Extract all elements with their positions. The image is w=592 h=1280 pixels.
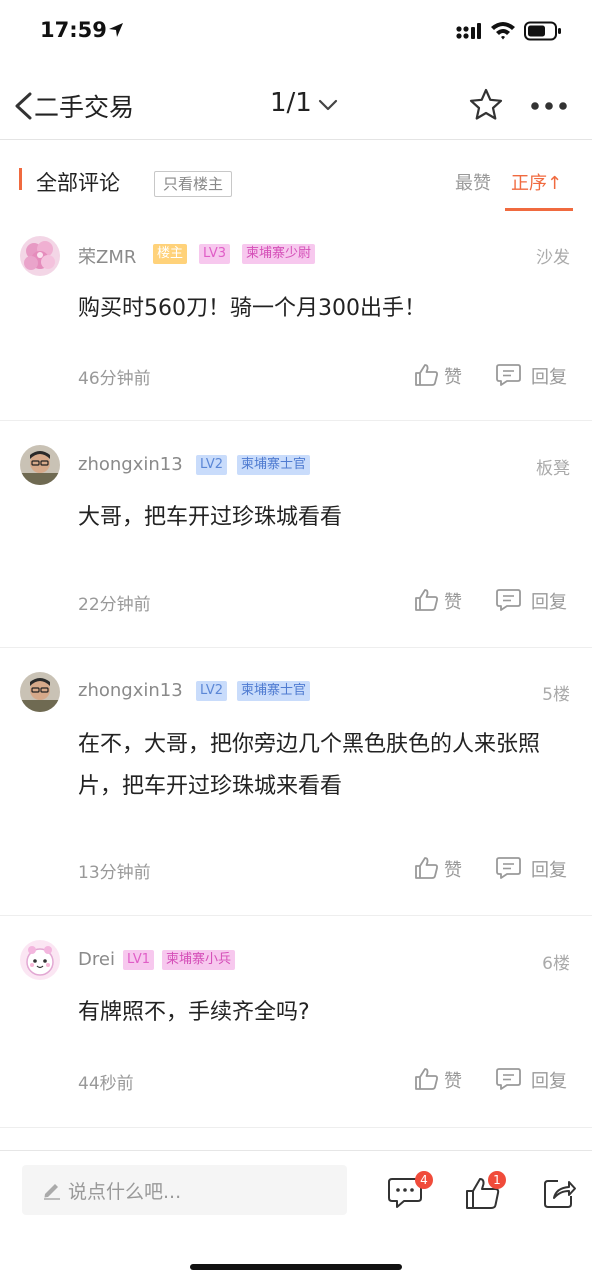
op-only-button[interactable]: 只看楼主 [154, 171, 233, 197]
username[interactable]: 荣ZMR [78, 243, 136, 269]
signal-icon [456, 23, 481, 39]
like-label: 赞 [444, 592, 462, 613]
chevron-down-icon[interactable] [318, 98, 338, 112]
reply-label: 回复 [531, 592, 567, 613]
wifi-icon [491, 22, 515, 40]
comment-item: 荣ZMR 楼主 LV3 柬埔寨少尉 沙发 购买时560刀！骑一个月300出手！ … [0, 214, 592, 421]
person-avatar-icon [20, 445, 60, 485]
username[interactable]: zhongxin13 [78, 454, 183, 475]
thumbs-up-icon [415, 1068, 438, 1090]
sort-order-tab[interactable]: 正序↑ [511, 169, 562, 195]
rank-badge: 柬埔寨士官 [237, 455, 311, 475]
bottom-action-bar: 说点什么吧... 4 1 [0, 1150, 592, 1280]
all-comments-title: 全部评论 [36, 171, 120, 195]
comment-time: 22分钟前 [78, 595, 151, 615]
like-label: 赞 [444, 367, 462, 388]
back-label[interactable]: 二手交易 [34, 88, 134, 124]
status-bar: 17:59 [0, 0, 592, 62]
person-avatar-icon [20, 672, 60, 712]
reply-label: 回复 [531, 1071, 567, 1092]
nav-bar: 二手交易 1/1 [0, 70, 592, 140]
like-label: 赞 [444, 1071, 462, 1092]
comment-input[interactable]: 说点什么吧... [22, 1165, 347, 1215]
op-badge: 楼主 [153, 244, 188, 264]
comment-time: 13分钟前 [78, 863, 151, 883]
more-icon[interactable] [530, 101, 568, 111]
comment-time: 46分钟前 [78, 369, 151, 389]
status-time: 17:59 [40, 18, 107, 42]
comment-item: Drei LV1 柬埔寨小兵 6楼 有牌照不，手续齐全吗? 44秒前 赞 回复 [0, 916, 592, 1128]
star-icon[interactable] [468, 87, 504, 123]
back-chevron-icon[interactable] [12, 92, 34, 120]
comment-content: 有牌照不，手续齐全吗? [78, 1000, 310, 1025]
level-badge: LV2 [196, 681, 227, 701]
comment-count-badge: 4 [415, 1171, 433, 1189]
comment-item: zhongxin13 LV2 柬埔寨士官 5楼 在不，大哥，把你旁边几个黑色肤色… [0, 648, 592, 916]
username[interactable]: zhongxin13 [78, 680, 183, 701]
thumbs-up-icon [415, 857, 438, 879]
active-tab-underline [505, 208, 573, 211]
floor-label: 5楼 [542, 685, 570, 705]
reply-bubble-icon [496, 857, 521, 879]
thumbs-up-icon [415, 364, 438, 386]
reply-bubble-icon [496, 589, 521, 611]
avatar[interactable] [20, 445, 60, 485]
floor-label: 沙发 [536, 248, 570, 268]
username[interactable]: Drei [78, 949, 115, 970]
reply-bubble-icon [496, 1068, 521, 1090]
reply-label: 回复 [531, 367, 567, 388]
comment-filter-bar: 全部评论 只看楼主 最赞 正序↑ [0, 140, 592, 214]
battery-icon [524, 21, 561, 41]
comment-content: 大哥，把车开过珍珠城看看 [78, 505, 343, 530]
thumbs-up-icon [415, 589, 438, 611]
comment-content: 购买时560刀！骑一个月300出手！ [78, 296, 426, 321]
comment-time: 44秒前 [78, 1074, 134, 1094]
comment-content: 在不，大哥，把你旁边几个黑色肤色的人来张照片，把车开过珍珠城来看看 [78, 732, 541, 799]
rank-badge: 柬埔寨小兵 [162, 950, 236, 970]
avatar[interactable] [20, 236, 60, 276]
like-label: 赞 [444, 860, 462, 881]
rank-badge: 柬埔寨士官 [237, 681, 311, 701]
pen-icon [44, 1184, 60, 1200]
avatar[interactable] [20, 940, 60, 980]
section-accent [19, 168, 22, 190]
home-indicator [190, 1264, 402, 1270]
flower-avatar-icon [20, 236, 60, 276]
avatar[interactable] [20, 672, 60, 712]
floor-label: 板凳 [536, 459, 570, 479]
level-badge: LV1 [123, 950, 154, 970]
level-badge: LV2 [196, 455, 227, 475]
level-badge: LV3 [199, 244, 230, 264]
share-icon[interactable] [542, 1176, 578, 1210]
sort-best-tab[interactable]: 最赞 [455, 169, 491, 195]
location-arrow-icon [109, 23, 123, 37]
like-count-badge: 1 [488, 1171, 506, 1189]
page-indicator[interactable]: 1/1 [270, 88, 312, 118]
comment-item: zhongxin13 LV2 柬埔寨士官 板凳 大哥，把车开过珍珠城看看 22分… [0, 421, 592, 648]
input-placeholder: 说点什么吧... [68, 1181, 182, 1203]
reply-bubble-icon [496, 364, 521, 386]
reply-label: 回复 [531, 860, 567, 881]
floor-label: 6楼 [542, 954, 570, 974]
cartoon-avatar-icon [20, 940, 60, 980]
rank-badge: 柬埔寨少尉 [242, 244, 316, 264]
